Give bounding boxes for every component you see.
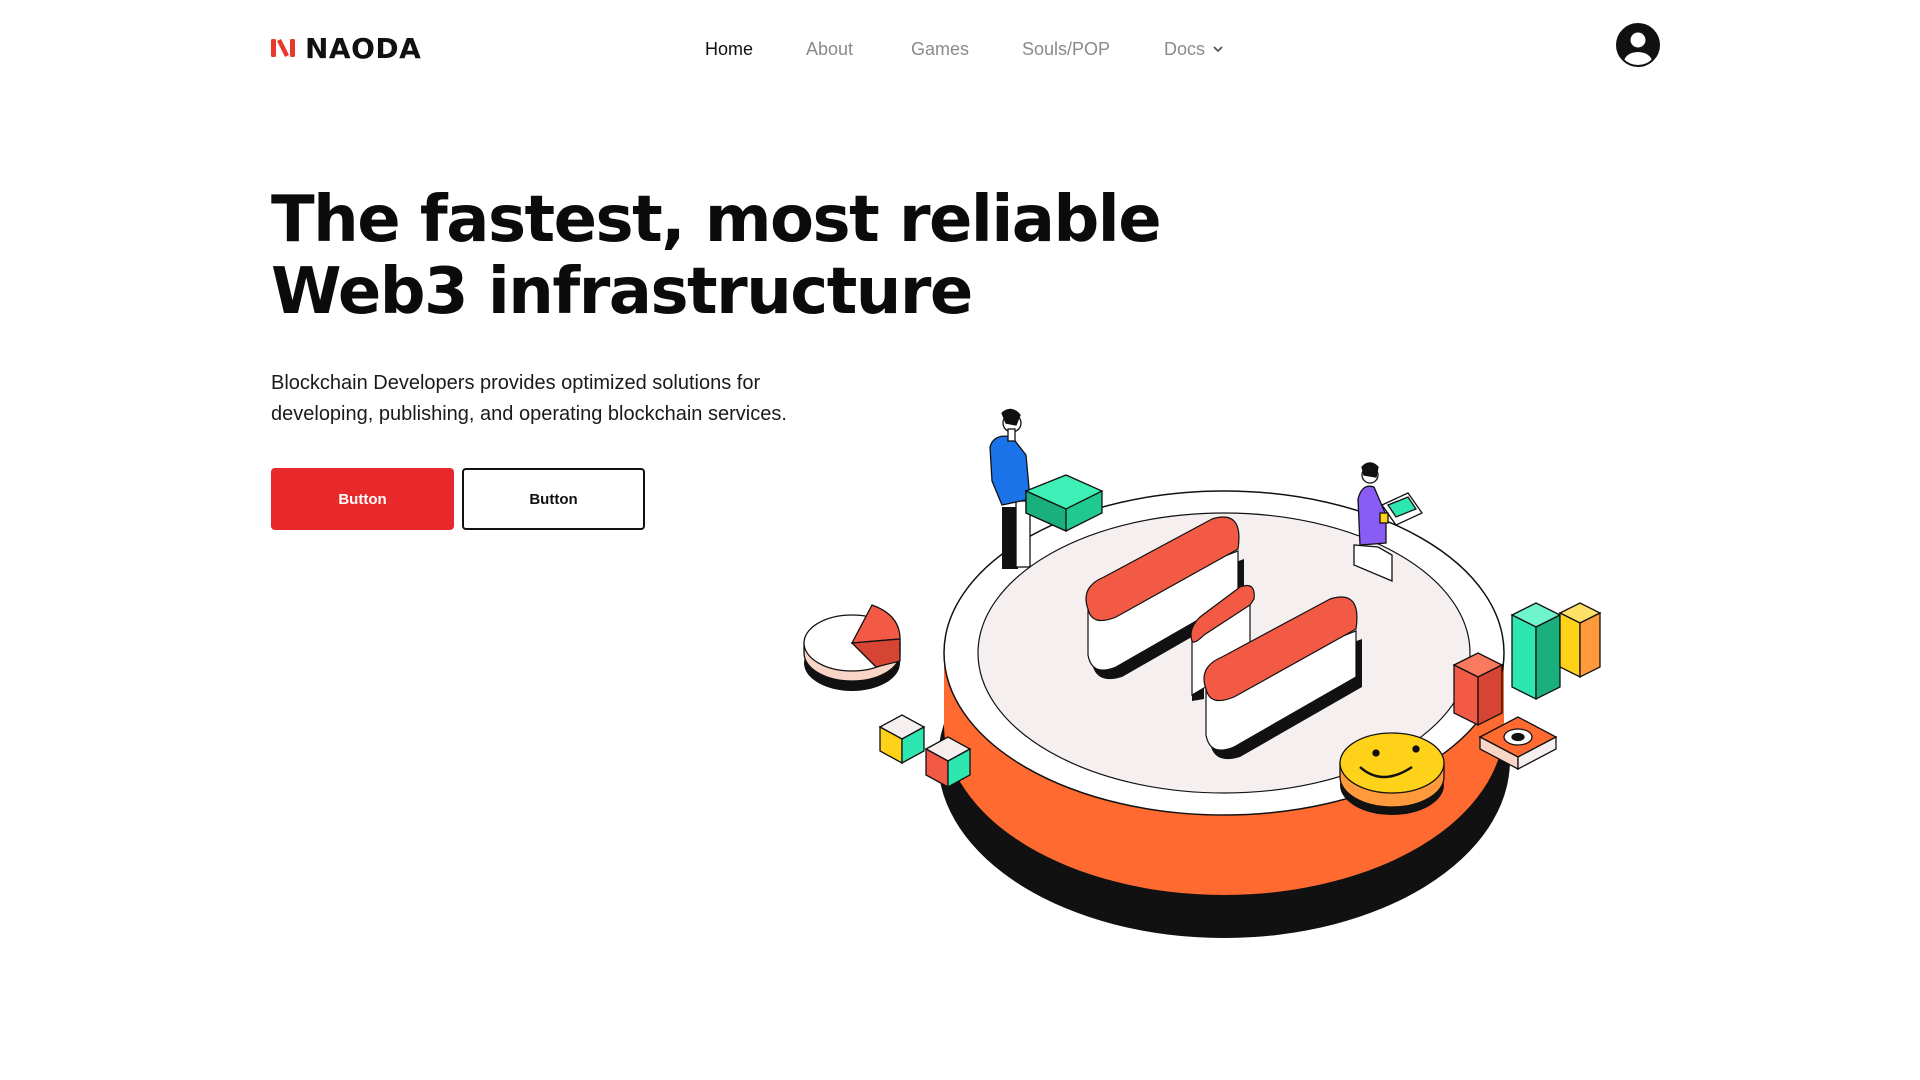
secondary-cta-button[interactable]: Button (462, 468, 645, 530)
nav-item-docs[interactable]: Docs (1164, 36, 1224, 62)
landing-page: NAODA Home About Games Souls/POP Docs Th… (0, 0, 1920, 1080)
pie-chart-graphic (803, 604, 901, 691)
hero-title-line-2: Web3 infrastructure (271, 255, 973, 329)
hero-title: The fastest, most reliable Web3 infrastr… (271, 184, 1171, 328)
user-circle-icon (1616, 23, 1660, 67)
site-header: NAODA Home About Games Souls/POP Docs (0, 0, 1920, 100)
nav-item-home[interactable]: Home (705, 36, 753, 62)
nav-item-souls-pop[interactable]: Souls/POP (1022, 36, 1110, 62)
primary-cta-button[interactable]: Button (271, 468, 454, 530)
nav-item-about[interactable]: About (806, 36, 853, 62)
chevron-down-icon (1213, 46, 1223, 52)
nav-item-games[interactable]: Games (911, 36, 969, 62)
isometric-platform-illustration (803, 408, 1602, 938)
account-avatar[interactable] (1615, 22, 1661, 68)
hero-illustration (780, 395, 1680, 1015)
nav-item-docs-label: Docs (1164, 39, 1206, 59)
smiley-token-graphic (1339, 732, 1445, 815)
hero-title-line-1: The fastest, most reliable (271, 183, 1162, 257)
